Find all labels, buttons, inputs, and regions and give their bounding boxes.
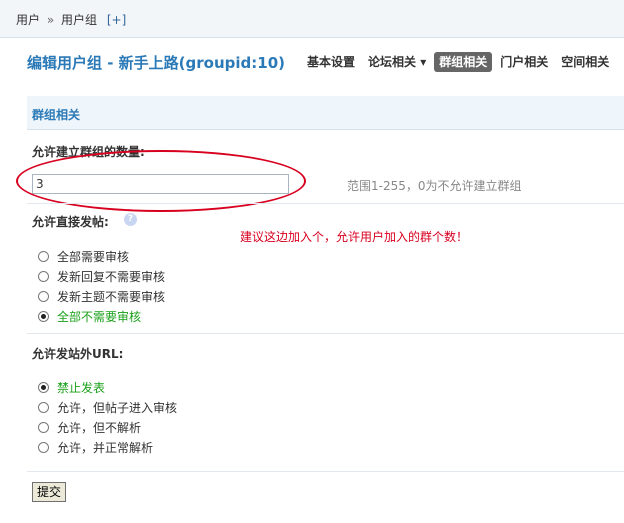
external-url-label: 允许发站外URL: xyxy=(32,347,124,361)
tab-group[interactable]: 群组相关 xyxy=(434,52,493,72)
direct-post-label: 允许直接发帖: xyxy=(32,215,109,229)
radio-selected-icon[interactable] xyxy=(38,311,49,322)
radio-selected-icon[interactable] xyxy=(38,382,49,393)
external-url-option-parse[interactable]: 允许，并正常解析 xyxy=(38,439,153,455)
divider xyxy=(27,203,624,204)
direct-post-option-reply-no-review[interactable]: 发新回复不需要审核 xyxy=(38,268,165,284)
tab-forum[interactable]: 论坛相关 ▾ xyxy=(363,52,431,72)
question-icon[interactable]: ? xyxy=(124,213,137,226)
annotation-note: 建议这边加入个，允许用户加入的群个数！ xyxy=(240,230,469,244)
tab-bar: 基本设置 论坛相关 ▾ 群组相关 门户相关 空间相关 xyxy=(302,52,617,74)
radio-icon[interactable] xyxy=(38,291,49,302)
radio-icon[interactable] xyxy=(38,442,49,453)
direct-post-option-all-review[interactable]: 全部需要审核 xyxy=(38,248,129,264)
breadcrumb-separator: » xyxy=(46,13,55,27)
section-header: 群组相关 xyxy=(27,96,624,130)
tab-space[interactable]: 空间相关 xyxy=(556,52,614,72)
tab-portal[interactable]: 门户相关 xyxy=(495,52,553,72)
breadcrumb-add-button[interactable]: [+] xyxy=(107,13,126,27)
page-title: 编辑用户组 - 新手上路(groupid:10) xyxy=(27,54,285,72)
radio-icon[interactable] xyxy=(38,422,49,433)
direct-post-option-thread-no-review[interactable]: 发新主题不需要审核 xyxy=(38,288,165,304)
breadcrumb: 用户 » 用户组 [+] xyxy=(16,11,126,28)
radio-icon[interactable] xyxy=(38,402,49,413)
group-count-tip: 范围1-255，0为不允许建立群组 xyxy=(347,179,522,193)
divider xyxy=(27,471,624,472)
breadcrumb-bar: 用户 » 用户组 [+] xyxy=(0,0,624,38)
external-url-option-review[interactable]: 允许，但帖子进入审核 xyxy=(38,399,177,415)
divider xyxy=(27,333,624,334)
radio-icon[interactable] xyxy=(38,271,49,282)
breadcrumb-usergroups-link[interactable]: 用户组 xyxy=(61,13,97,27)
section-title: 群组相关 xyxy=(32,108,81,122)
radio-icon[interactable] xyxy=(38,251,49,262)
external-url-option-forbid[interactable]: 禁止发表 xyxy=(38,379,105,395)
external-url-option-no-parse[interactable]: 允许，但不解析 xyxy=(38,419,141,435)
submit-button[interactable]: 提交 xyxy=(32,482,67,502)
direct-post-option-none-review[interactable]: 全部不需要审核 xyxy=(38,308,141,324)
tab-basic-settings[interactable]: 基本设置 xyxy=(302,52,360,72)
breadcrumb-users-link[interactable]: 用户 xyxy=(16,13,40,27)
